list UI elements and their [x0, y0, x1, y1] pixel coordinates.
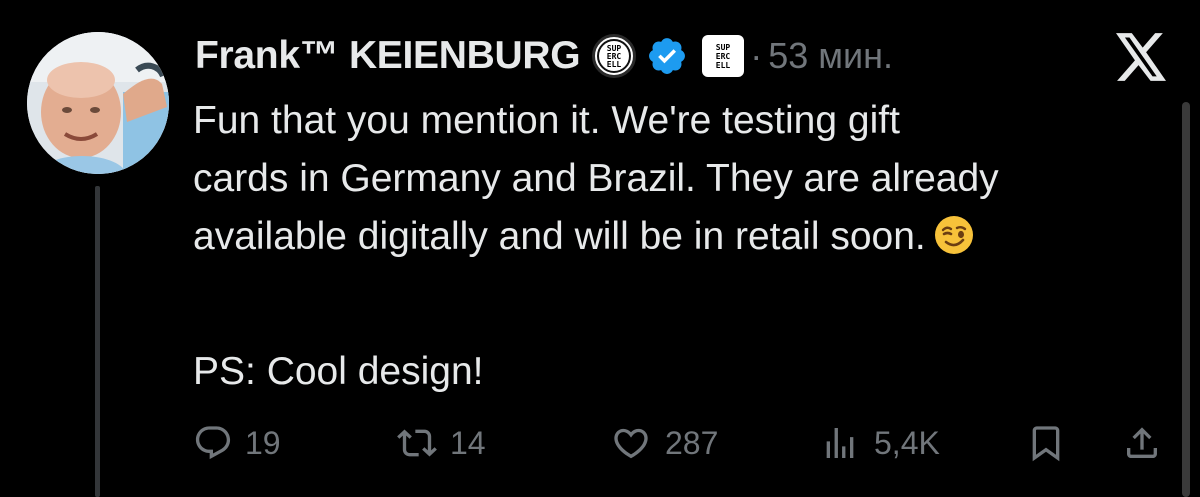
share-button[interactable] [1122, 418, 1162, 468]
views-count: 5,4K [874, 424, 940, 461]
bookmark-icon [1032, 426, 1060, 462]
tweet: Frank™ KEIENBURG SUP ERC ELL SUP ERC ELL… [0, 0, 1200, 497]
action-bar: 19 14 287 5,4K [0, 418, 1200, 468]
tweet-line-3-wrap: available digitally and will be in retai… [193, 208, 1183, 266]
supercell-badge-icon: SUP ERC ELL [597, 39, 632, 73]
avatar-photo [27, 32, 169, 174]
avatar[interactable] [27, 32, 169, 174]
share-icon [1127, 427, 1157, 458]
reply-icon [195, 426, 231, 460]
svg-text:ELL: ELL [607, 60, 622, 69]
tweet-line-1: Fun that you mention it. We're testing g… [193, 99, 900, 142]
tweet-text: Fun that you mention it. We're testing g… [193, 92, 1183, 266]
tweet-line-3: available digitally and will be in retai… [193, 215, 926, 258]
like-button[interactable]: 287 [609, 418, 718, 468]
x-logo-icon[interactable] [1112, 32, 1170, 82]
author-name[interactable]: Frank™ KEIENBURG [195, 34, 581, 78]
svg-text:ERC: ERC [716, 52, 731, 61]
svg-text:SUP: SUP [716, 43, 731, 52]
like-count: 287 [665, 424, 719, 461]
affiliate-badge-square[interactable]: SUP ERC ELL [702, 35, 745, 77]
tweet-ps: PS: Cool design! [193, 350, 484, 393]
repost-icon [397, 429, 437, 457]
views-icon [826, 428, 854, 458]
repost-button[interactable]: 14 [396, 418, 486, 468]
reply-button[interactable]: 19 [193, 418, 281, 468]
like-icon [614, 428, 648, 459]
tweet-header: Frank™ KEIENBURG SUP ERC ELL SUP ERC ELL… [195, 28, 893, 84]
supercell-square-icon: SUP ERC ELL [706, 39, 741, 73]
scrollbar[interactable] [1182, 102, 1190, 497]
timestamp[interactable]: 53 мин. [768, 35, 893, 77]
bookmark-button[interactable] [1026, 418, 1066, 468]
repost-count: 14 [450, 424, 486, 461]
verified-icon[interactable] [646, 35, 688, 77]
time-separator: · [750, 35, 763, 76]
svg-text:ELL: ELL [716, 61, 731, 70]
affiliate-badge-round[interactable]: SUP ERC ELL [592, 34, 637, 78]
wink-emoji-icon [934, 216, 973, 254]
reply-count: 19 [245, 424, 281, 461]
tweet-line-2: cards in Germany and Brazil. They are al… [193, 157, 999, 200]
views-button[interactable]: 5,4K [818, 418, 940, 468]
